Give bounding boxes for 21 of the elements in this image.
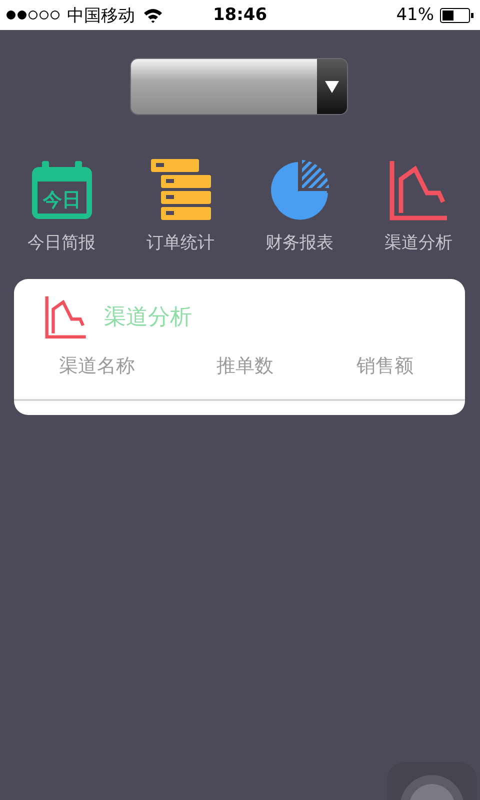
column-header: 销售额 — [356, 354, 414, 379]
column-header: 推单数 — [216, 354, 274, 379]
server-stack-icon — [150, 159, 210, 221]
menu-item[interactable]: 订单统计 — [122, 159, 240, 254]
column-header: 渠道名称 — [58, 354, 136, 379]
card-title: 渠道分析 — [104, 304, 192, 332]
menu-item[interactable]: 财务报表 — [240, 159, 358, 254]
clock-time: 18:46 — [212, 5, 268, 25]
battery-percent: 41% — [396, 5, 434, 25]
pie-chart-icon — [268, 159, 330, 221]
menu-item[interactable]: 今日 今日简报 — [2, 159, 120, 254]
calendar-label: 今日 — [42, 189, 80, 211]
signal-icon — [6, 10, 61, 20]
battery-icon — [440, 8, 474, 22]
wifi-icon — [143, 8, 163, 22]
dropdown[interactable] — [130, 58, 348, 115]
caret-icon — [325, 80, 339, 92]
menu-item[interactable]: 渠道分析 — [360, 159, 478, 254]
line-chart-icon — [388, 159, 448, 221]
line-chart-icon — [44, 295, 88, 339]
carrier-name: 中国移动 — [67, 4, 135, 26]
